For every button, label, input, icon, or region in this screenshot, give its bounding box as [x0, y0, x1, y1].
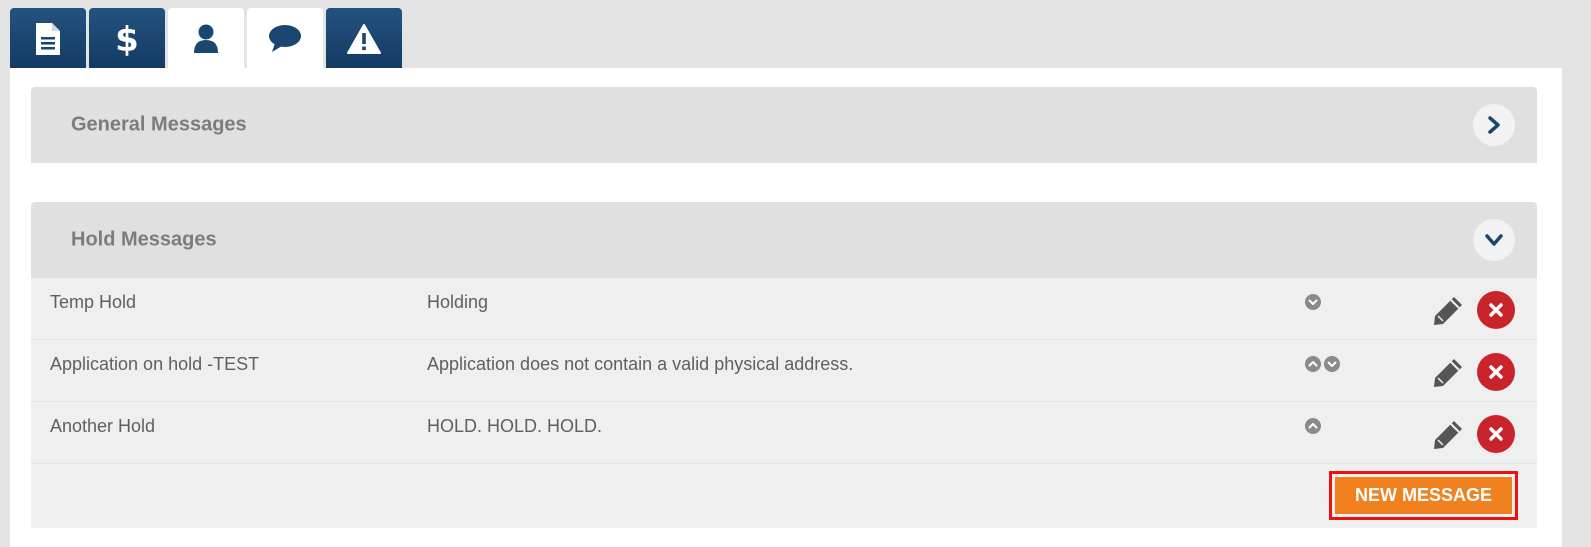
- table-row: Application on hold -TEST Application do…: [31, 340, 1537, 402]
- order-controls: [1305, 418, 1321, 434]
- chevron-down-icon: [1485, 234, 1503, 246]
- tab-documents[interactable]: [10, 8, 86, 69]
- hold-messages-title: Hold Messages: [71, 228, 217, 251]
- hold-message-text: Application does not contain a valid phy…: [427, 354, 854, 374]
- delete-button[interactable]: [1477, 415, 1515, 453]
- messages-panel: General Messages Hold Messages Temp Hold…: [10, 68, 1562, 547]
- chevron-right-icon: [1488, 116, 1500, 134]
- hold-messages-list: Temp Hold Holding Application on hold -T…: [31, 278, 1537, 528]
- document-icon: [36, 22, 60, 55]
- expand-general-button[interactable]: [1473, 104, 1515, 146]
- edit-button[interactable]: [1431, 294, 1465, 328]
- tab-alerts[interactable]: [326, 8, 402, 69]
- new-message-highlight: NEW MESSAGE: [1329, 471, 1518, 520]
- pencil-icon: [1434, 297, 1462, 325]
- tab-billing[interactable]: $: [89, 8, 165, 69]
- dollar-icon: $: [115, 20, 139, 58]
- close-icon: [1489, 303, 1503, 317]
- general-messages-title: General Messages: [71, 113, 247, 136]
- hold-name: Application on hold -TEST: [50, 354, 260, 374]
- pencil-icon: [1434, 359, 1462, 387]
- order-controls: [1305, 294, 1321, 310]
- hold-message-text: Holding: [427, 292, 489, 312]
- collapse-hold-button[interactable]: [1473, 219, 1515, 261]
- svg-text:$: $: [115, 20, 139, 58]
- move-up-icon[interactable]: [1305, 356, 1321, 372]
- general-messages-header[interactable]: General Messages: [31, 87, 1537, 163]
- user-icon: [194, 24, 218, 53]
- pencil-icon: [1434, 421, 1462, 449]
- move-down-icon[interactable]: [1324, 356, 1340, 372]
- close-icon: [1489, 427, 1503, 441]
- hold-messages-header[interactable]: Hold Messages: [31, 202, 1537, 278]
- new-message-button[interactable]: NEW MESSAGE: [1335, 477, 1512, 514]
- delete-button[interactable]: [1477, 291, 1515, 329]
- hold-name: Another Hold: [50, 416, 156, 436]
- move-down-icon[interactable]: [1305, 294, 1321, 310]
- hold-name: Temp Hold: [50, 292, 137, 312]
- table-row: Another Hold HOLD. HOLD. HOLD.: [31, 402, 1537, 464]
- hold-messages-footer: NEW MESSAGE: [31, 464, 1537, 528]
- close-icon: [1489, 365, 1503, 379]
- hold-message-text: HOLD. HOLD. HOLD.: [427, 416, 603, 436]
- tab-messages[interactable]: [247, 8, 323, 69]
- edit-button[interactable]: [1431, 356, 1465, 390]
- order-controls: [1305, 356, 1340, 372]
- edit-button[interactable]: [1431, 418, 1465, 452]
- warning-icon: [347, 23, 381, 54]
- table-row: Temp Hold Holding: [31, 278, 1537, 340]
- delete-button[interactable]: [1477, 353, 1515, 391]
- tab-contacts[interactable]: [168, 8, 244, 69]
- comment-icon: [269, 24, 301, 52]
- move-up-icon[interactable]: [1305, 418, 1321, 434]
